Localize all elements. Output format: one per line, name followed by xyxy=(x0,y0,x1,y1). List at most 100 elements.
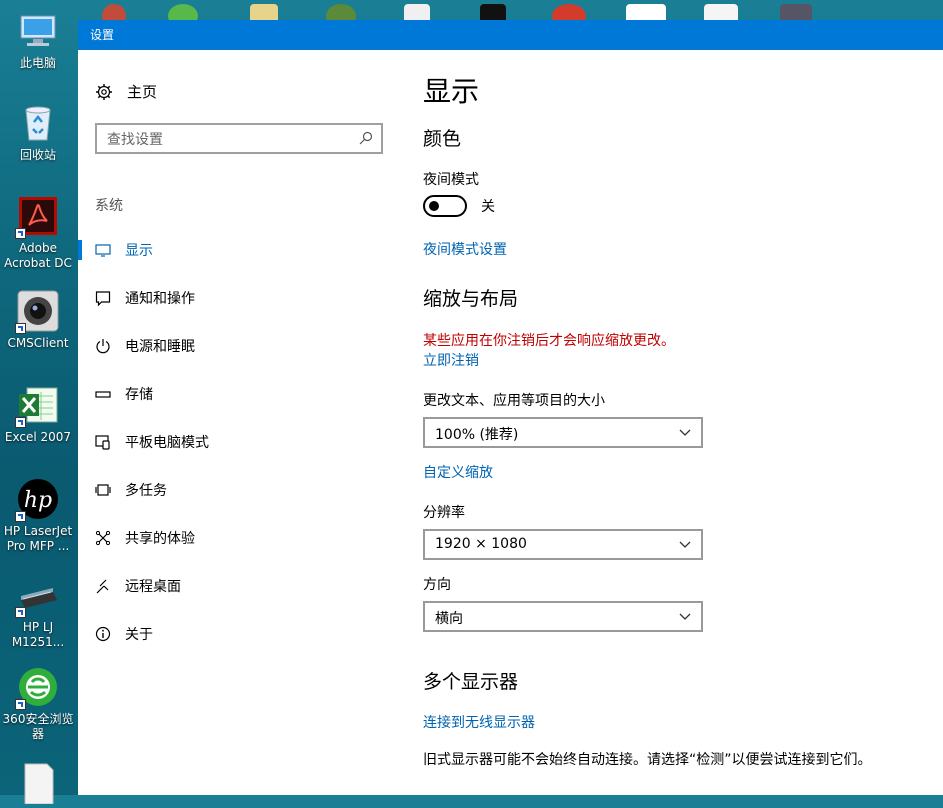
desktop-icon-hp-laserjet[interactable]: hp HP LaserJet Pro MFP ... xyxy=(0,478,76,554)
chevron-down-icon xyxy=(679,429,691,436)
size-value: 100% (推荐) xyxy=(435,427,519,443)
desktop-icon-label: HP LJ M1251... xyxy=(11,620,65,649)
shortcut-arrow-icon xyxy=(15,323,26,334)
sidebar-item-storage[interactable]: 存储 xyxy=(78,370,398,418)
desktop-icon-label: CMSClient xyxy=(7,336,69,350)
remote-icon xyxy=(96,579,109,594)
scale-warning: 某些应用在你注销后才会响应缩放更改。 xyxy=(423,333,675,349)
night-mode-settings-link[interactable]: 夜间模式设置 xyxy=(423,239,507,259)
sidebar-item-notifications[interactable]: 通知和操作 xyxy=(78,274,398,322)
multitask-icon xyxy=(95,484,111,496)
sidebar-item-power[interactable]: 电源和睡眠 xyxy=(78,322,398,370)
resolution-label: 分辨率 xyxy=(423,505,465,521)
desktop-icon-label: Adobe Acrobat DC xyxy=(4,241,72,270)
sidebar-item-label: 共享的体验 xyxy=(125,531,195,547)
sidebar-item-label: 远程桌面 xyxy=(125,579,181,595)
power-icon xyxy=(96,339,110,354)
computer-icon xyxy=(17,10,59,52)
sidebar-item-remote-desktop[interactable]: 远程桌面 xyxy=(78,562,398,610)
tablet-icon xyxy=(95,435,110,450)
custom-scale-link[interactable]: 自定义缩放 xyxy=(423,462,493,482)
scanner-icon xyxy=(15,574,59,618)
sidebar-item-label: 关于 xyxy=(125,627,153,643)
camera-icon xyxy=(15,290,59,334)
desktop-icon-hp-lj[interactable]: HP LJ M1251... xyxy=(0,574,76,650)
desktop-icon-cmsclient[interactable]: CMSClient xyxy=(0,290,76,351)
night-mode-state: 关 xyxy=(481,199,495,215)
orientation-dropdown[interactable]: 横向 xyxy=(423,601,703,632)
storage-icon xyxy=(95,391,111,398)
desktop-icon-this-pc[interactable]: 此电脑 xyxy=(0,10,76,71)
display-settings-content: 显示 颜色 夜间模式 关 夜间模式设置 缩放与布局 某些应用在你注销后才会响应缩… xyxy=(423,50,923,795)
page-title: 显示 xyxy=(423,75,480,108)
size-label: 更改文本、应用等项目的大小 xyxy=(423,393,605,409)
logout-now-link[interactable]: 立即注销 xyxy=(423,350,479,370)
excel-icon xyxy=(15,384,59,428)
night-mode-label: 夜间模式 xyxy=(423,172,479,188)
chevron-down-icon xyxy=(679,613,691,620)
home-label: 主页 xyxy=(127,83,158,101)
sidebar-item-label: 通知和操作 xyxy=(125,291,195,307)
desktop-icon-label: HP LaserJet Pro MFP ... xyxy=(3,524,73,553)
chevron-down-icon xyxy=(679,541,691,548)
gear-icon xyxy=(96,83,112,100)
scale-layout-heading: 缩放与布局 xyxy=(423,288,519,310)
search-icon[interactable] xyxy=(359,131,373,145)
shortcut-arrow-icon xyxy=(15,228,26,239)
orientation-label: 方向 xyxy=(423,577,451,593)
sidebar-item-shared-experiences[interactable]: 共享的体验 xyxy=(78,514,398,562)
search-input[interactable] xyxy=(97,125,349,154)
desktop: 此电脑 回收站 Adobe Acrobat DC CMSClient Excel… xyxy=(0,0,78,805)
desktop-icon-360-browser[interactable]: 360安全浏览器 xyxy=(0,666,76,742)
resolution-dropdown[interactable]: 1920 × 1080 xyxy=(423,529,703,560)
sidebar: 主页 系统 显示 通知和操作 电源和睡眠 存储 xyxy=(78,50,398,795)
wireless-display-link[interactable]: 连接到无线显示器 xyxy=(423,712,535,732)
home-nav-item[interactable]: 主页 xyxy=(95,81,157,102)
sidebar-item-label: 多任务 xyxy=(125,483,167,499)
section-label-system: 系统 xyxy=(95,198,123,214)
desktop-icon-label: Excel 2007 xyxy=(4,430,72,444)
desktop-icon-recycle-bin[interactable]: 回收站 xyxy=(0,102,76,163)
sidebar-item-label: 存储 xyxy=(125,387,153,403)
shortcut-arrow-icon xyxy=(15,607,26,618)
sidebar-item-about[interactable]: 关于 xyxy=(78,610,398,658)
shortcut-arrow-icon xyxy=(15,699,26,710)
old-monitor-text: 旧式显示器可能不会始终自动连接。请选择“检测”以便尝试连接到它们。 xyxy=(423,752,872,768)
desktop-icon-document[interactable] xyxy=(0,762,76,808)
resolution-value: 1920 × 1080 xyxy=(435,536,527,552)
night-mode-toggle[interactable]: 关 xyxy=(423,195,495,217)
recycle-bin-icon xyxy=(17,102,59,144)
desktop-icon-excel[interactable]: Excel 2007 xyxy=(0,384,76,445)
desktop-icon-acrobat[interactable]: Adobe Acrobat DC xyxy=(0,195,76,271)
sidebar-item-label: 平板电脑模式 xyxy=(125,435,209,451)
desktop-top-icons xyxy=(78,0,943,28)
message-icon xyxy=(95,291,111,306)
desktop-icon-label: 回收站 xyxy=(19,148,56,162)
monitor-icon xyxy=(95,244,111,257)
hp-icon: hp xyxy=(15,478,59,522)
size-dropdown[interactable]: 100% (推荐) xyxy=(423,417,703,448)
toggle-switch[interactable] xyxy=(423,195,467,217)
orientation-value: 横向 xyxy=(435,611,463,627)
shortcut-arrow-icon xyxy=(15,417,26,428)
desktop-icon-label: 此电脑 xyxy=(19,56,56,70)
color-heading: 颜色 xyxy=(423,128,462,150)
window-title: 设置 xyxy=(78,20,943,50)
document-icon xyxy=(17,762,59,805)
desktop-icon-label: 360安全浏览器 xyxy=(2,712,74,741)
sidebar-item-label: 电源和睡眠 xyxy=(125,339,195,355)
settings-window: 设置 主页 系统 显示 通知和操作 电源和睡眠 xyxy=(78,20,943,795)
info-icon xyxy=(95,626,111,642)
search-box xyxy=(95,123,383,154)
svg-text:hp: hp xyxy=(24,488,52,513)
sidebar-nav: 显示 通知和操作 电源和睡眠 存储 平板电脑模式 多任务 共享的体验 远程桌面 … xyxy=(78,226,398,658)
sidebar-item-display[interactable]: 显示 xyxy=(78,226,398,274)
multiple-displays-heading: 多个显示器 xyxy=(423,671,519,693)
sidebar-item-label: 显示 xyxy=(125,243,153,259)
sidebar-item-tablet-mode[interactable]: 平板电脑模式 xyxy=(78,418,398,466)
shortcut-arrow-icon xyxy=(15,511,26,522)
browser-360-icon xyxy=(15,666,59,710)
acrobat-icon xyxy=(15,195,59,239)
share-icon xyxy=(95,530,111,546)
sidebar-item-multitasking[interactable]: 多任务 xyxy=(78,466,398,514)
